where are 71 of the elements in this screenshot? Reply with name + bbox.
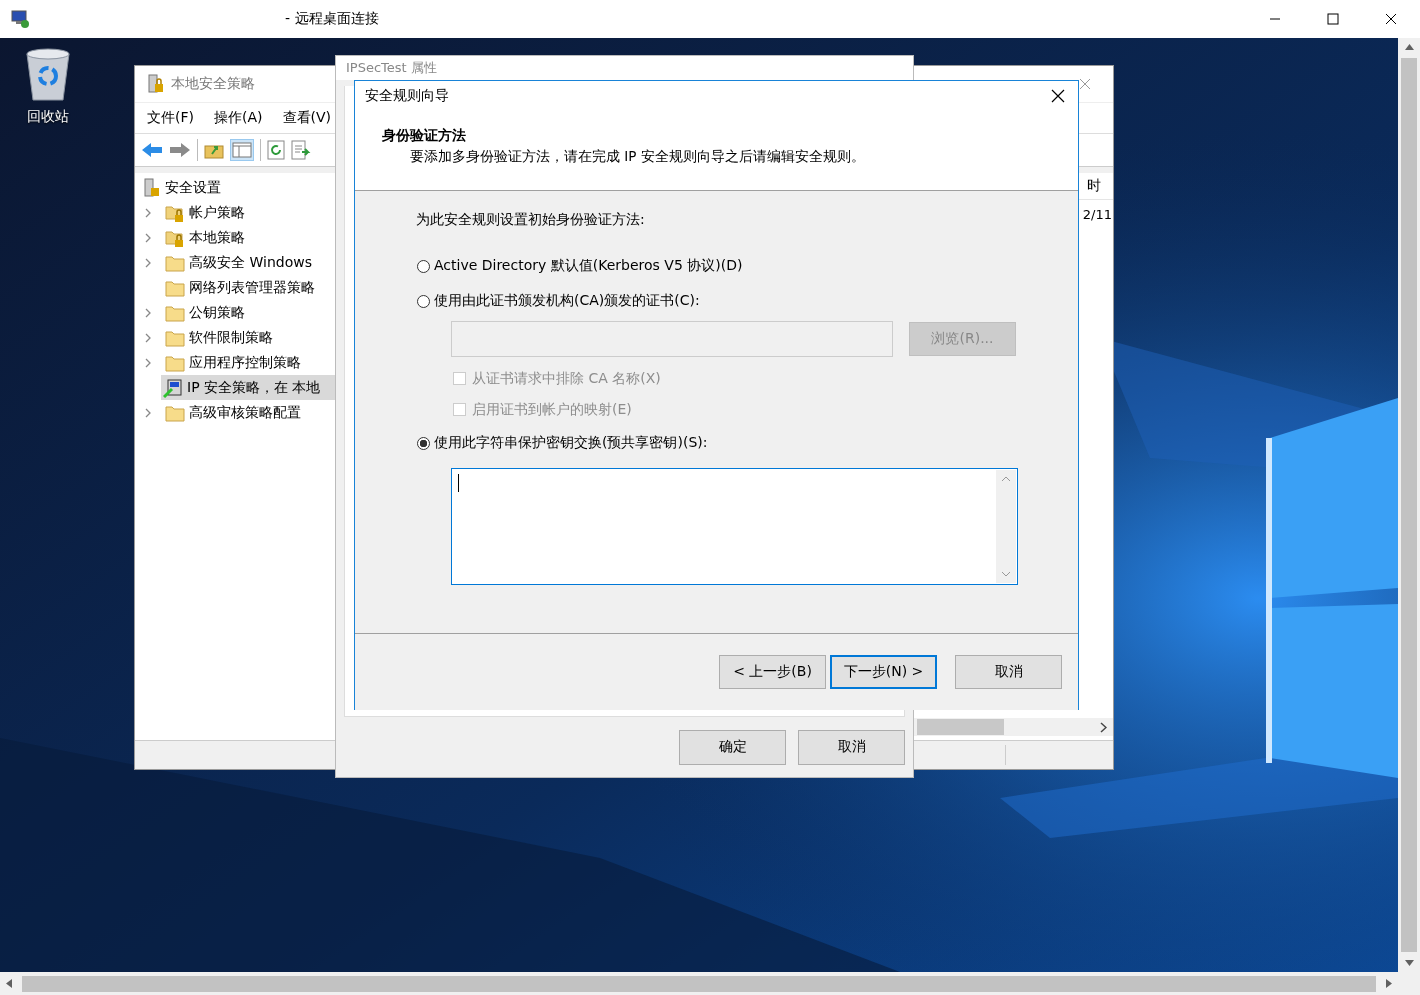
back-arrow-icon[interactable] <box>141 141 163 159</box>
cancel-button[interactable]: 取消 <box>798 729 905 765</box>
scroll-right-icon[interactable] <box>1386 979 1392 988</box>
close-icon[interactable] <box>1051 89 1065 103</box>
key-text-area[interactable] <box>451 468 1018 585</box>
tree-item[interactable]: 网络列表管理器策略 <box>189 278 315 297</box>
radio-label[interactable]: 使用由此证书颁发机构(CA)颁发的证书(C): <box>434 292 700 310</box>
chevron-icon[interactable] <box>145 257 152 268</box>
folder-icon <box>165 353 185 372</box>
chevron-icon[interactable] <box>145 332 152 343</box>
monitor-icon <box>10 9 30 29</box>
folder-icon <box>165 253 185 272</box>
instruction-text: 为此安全规则设置初始身份验证方法: <box>416 211 646 229</box>
forward-arrow-icon[interactable] <box>169 141 191 159</box>
close-icon[interactable] <box>1385 13 1397 25</box>
chevron-up-icon[interactable] <box>1001 476 1011 482</box>
tree-item[interactable]: IP 安全策略，在 本地 <box>187 378 321 397</box>
server-lock-icon <box>147 74 165 94</box>
radio-button[interactable] <box>417 259 430 273</box>
dialog-title: 安全规则向导 <box>365 87 449 105</box>
window-title: 本地安全策略 <box>171 75 255 93</box>
folder-icon <box>165 328 185 347</box>
folder-icon <box>165 303 185 322</box>
chevron-icon[interactable] <box>145 357 152 368</box>
desktop-icon-label[interactable]: 回收站 <box>27 108 69 126</box>
vertical-scrollbar[interactable] <box>1398 38 1420 972</box>
radio-label[interactable]: 使用此字符串保护密钥交换(预共享密钥)(S): <box>434 434 708 452</box>
scrollbar-thumb[interactable] <box>917 719 1004 735</box>
chevron-icon[interactable] <box>145 307 152 318</box>
table-cell: 2/11 <box>1082 206 1112 222</box>
menu-item[interactable]: 文件(F) <box>147 109 194 127</box>
column-header[interactable]: 时 <box>1087 177 1101 195</box>
back-button[interactable]: < 上一步(B) <box>719 655 826 689</box>
tree-item[interactable]: 高级审核策略配置 <box>189 403 301 422</box>
tree-toggle-icon[interactable] <box>230 139 254 161</box>
tree-item[interactable]: 高级安全 Windows <box>189 253 312 272</box>
refresh-icon[interactable] <box>267 140 285 160</box>
tree-item[interactable]: 安全设置 <box>165 178 221 197</box>
next-button[interactable]: 下一步(N) > <box>830 655 937 689</box>
radio-button[interactable] <box>417 294 430 308</box>
tree-item[interactable]: 应用程序控制策略 <box>189 353 301 372</box>
dialog-title: IPSecTest 属性 <box>346 59 437 77</box>
chevron-down-icon[interactable] <box>1001 571 1011 577</box>
chevron-icon[interactable] <box>145 407 152 418</box>
radio-label[interactable]: Active Directory 默认值(Kerberos V5 协议)(D) <box>434 257 743 275</box>
section-heading: 身份验证方法 <box>382 127 467 145</box>
ok-button[interactable]: 确定 <box>679 729 786 765</box>
section-description: 要添加多身份验证方法，请在完成 IP 安全规则向导之后请编辑安全规则。 <box>409 148 866 166</box>
horizontal-scrollbar[interactable] <box>0 972 1420 995</box>
certificate-field[interactable] <box>451 321 893 357</box>
tree-item[interactable]: 帐户策略 <box>189 203 245 222</box>
tree-item[interactable]: 软件限制策略 <box>189 328 273 347</box>
maximize-icon[interactable] <box>1327 13 1339 25</box>
folder-icon <box>165 403 185 422</box>
chevron-icon[interactable] <box>145 232 152 243</box>
cancel-button[interactable]: 取消 <box>955 655 1062 689</box>
chevron-right-icon[interactable] <box>1100 721 1107 733</box>
window-title: - 远程桌面连接 <box>285 10 379 28</box>
menu-item[interactable]: 查看(V) <box>282 109 331 127</box>
radio-button[interactable] <box>417 436 430 450</box>
tree-item[interactable]: 公钥策略 <box>189 303 245 322</box>
scroll-down-icon[interactable] <box>1404 960 1414 966</box>
export-list-icon[interactable] <box>291 140 311 160</box>
tree-item[interactable]: 本地策略 <box>189 228 245 247</box>
scroll-up-icon[interactable] <box>1404 44 1414 50</box>
menu-item[interactable]: 操作(A) <box>214 109 263 127</box>
chevron-icon[interactable] <box>145 207 152 218</box>
server-lock-icon <box>143 177 161 198</box>
folder-icon <box>165 278 185 297</box>
scroll-left-icon[interactable] <box>6 979 12 988</box>
recycle-bin-icon[interactable] <box>23 46 73 102</box>
